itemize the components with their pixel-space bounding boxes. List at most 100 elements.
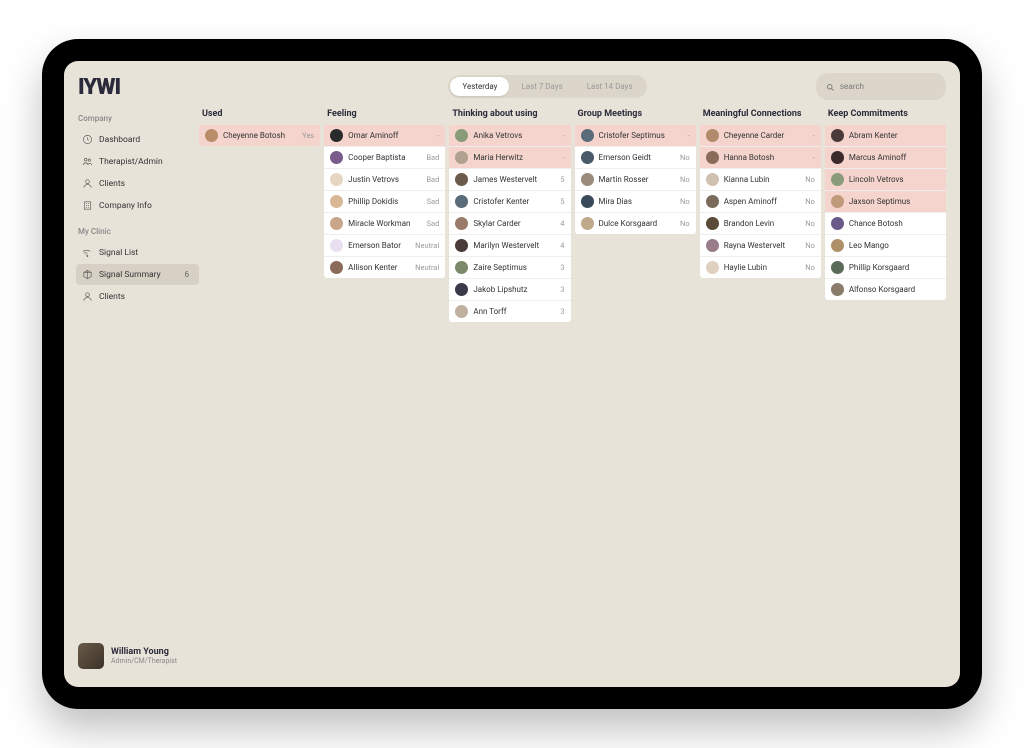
client-card[interactable]: Marilyn Westervelt4 bbox=[449, 235, 570, 257]
client-card[interactable]: Mira DiasNo bbox=[575, 191, 696, 213]
building-icon bbox=[82, 200, 93, 211]
client-card[interactable]: Cheyenne Carder- bbox=[700, 125, 821, 147]
client-card[interactable]: Abram Kenter bbox=[825, 125, 946, 147]
client-card[interactable]: Maria Herwitz- bbox=[449, 147, 570, 169]
client-value: No bbox=[680, 219, 690, 228]
client-card[interactable]: Rayna WesterveltNo bbox=[700, 235, 821, 257]
client-name: Marcus Aminoff bbox=[849, 153, 935, 162]
client-card[interactable]: Emerson BatorNeutral bbox=[324, 235, 445, 257]
nav-item-company-info[interactable]: Company Info bbox=[76, 195, 199, 216]
users-icon bbox=[82, 156, 93, 167]
client-card[interactable]: James Westervelt5 bbox=[449, 169, 570, 191]
user-block[interactable]: William Young Admin/CM/Therapist bbox=[76, 639, 199, 675]
avatar bbox=[706, 239, 719, 252]
client-card[interactable]: Lincoln Vetrovs bbox=[825, 169, 946, 191]
column-used: UsedCheyenne BotoshYes bbox=[199, 109, 320, 146]
client-value: Bad bbox=[426, 153, 439, 162]
nav-item-count: 6 bbox=[185, 270, 194, 279]
avatar bbox=[831, 151, 844, 164]
client-card[interactable]: Jakob Lipshutz3 bbox=[449, 279, 570, 301]
client-name: Ann Torff bbox=[473, 307, 555, 316]
person-icon bbox=[82, 291, 93, 302]
client-card[interactable]: Brandon LevinNo bbox=[700, 213, 821, 235]
search-input[interactable] bbox=[840, 82, 936, 91]
client-value: Neutral bbox=[415, 241, 439, 250]
client-card[interactable]: Skylar Carder4 bbox=[449, 213, 570, 235]
client-card[interactable]: Omar Aminoff- bbox=[324, 125, 445, 147]
avatar bbox=[581, 129, 594, 142]
client-card[interactable]: Cheyenne BotoshYes bbox=[199, 125, 320, 146]
avatar bbox=[330, 261, 343, 274]
avatar bbox=[706, 129, 719, 142]
nav-label-company: Company bbox=[76, 114, 199, 123]
client-card[interactable]: Marcus Aminoff bbox=[825, 147, 946, 169]
avatar bbox=[706, 261, 719, 274]
client-card[interactable]: Kianna LubinNo bbox=[700, 169, 821, 191]
client-card[interactable]: Justin VetrovsBad bbox=[324, 169, 445, 191]
tab-last-7-days[interactable]: Last 7 Days bbox=[509, 77, 574, 96]
client-card[interactable]: Martin RosserNo bbox=[575, 169, 696, 191]
user-role: Admin/CM/Therapist bbox=[111, 657, 177, 665]
main: YesterdayLast 7 DaysLast 14 Days UsedChe… bbox=[199, 61, 960, 687]
search-box[interactable] bbox=[816, 73, 946, 100]
client-card[interactable]: Dulce KorsgaardNo bbox=[575, 213, 696, 234]
avatar bbox=[581, 195, 594, 208]
avatar bbox=[455, 217, 468, 230]
avatar bbox=[831, 261, 844, 274]
client-card[interactable]: Zaire Septimus3 bbox=[449, 257, 570, 279]
column-header: Keep Commitments bbox=[825, 109, 946, 125]
client-name: Jakob Lipshutz bbox=[473, 285, 555, 294]
nav-item-clients[interactable]: Clients bbox=[76, 173, 199, 194]
client-card[interactable]: Chance Botosh bbox=[825, 213, 946, 235]
client-card[interactable]: Aspen AminoffNo bbox=[700, 191, 821, 213]
nav-item-dashboard[interactable]: Dashboard bbox=[76, 129, 199, 150]
avatar bbox=[706, 195, 719, 208]
avatar bbox=[330, 239, 343, 252]
client-card[interactable]: Emerson GeidtNo bbox=[575, 147, 696, 169]
avatar bbox=[581, 151, 594, 164]
client-card[interactable]: Jaxson Septimus bbox=[825, 191, 946, 213]
client-name: Marilyn Westervelt bbox=[473, 241, 555, 250]
client-value: - bbox=[437, 131, 439, 140]
client-card[interactable]: Miracle WorkmanSad bbox=[324, 213, 445, 235]
client-value: - bbox=[813, 153, 815, 162]
client-card[interactable]: Anika Vetrovs- bbox=[449, 125, 570, 147]
client-card[interactable]: Ann Torff3 bbox=[449, 301, 570, 322]
client-value: Neutral bbox=[415, 263, 439, 272]
client-card[interactable]: Alfonso Korsgaard bbox=[825, 279, 946, 300]
avatar bbox=[455, 129, 468, 142]
client-name: Emerson Geidt bbox=[599, 153, 676, 162]
tab-yesterday[interactable]: Yesterday bbox=[450, 77, 509, 96]
client-card[interactable]: Phillip Korsgaard bbox=[825, 257, 946, 279]
nav-item-signal-list[interactable]: Signal List bbox=[76, 242, 199, 263]
nav-item-clients[interactable]: Clients bbox=[76, 286, 199, 307]
client-name: Phillip Korsgaard bbox=[849, 263, 935, 272]
client-card[interactable]: Hanna Botosh- bbox=[700, 147, 821, 169]
client-card[interactable]: Allison KenterNeutral bbox=[324, 257, 445, 278]
tab-last-14-days[interactable]: Last 14 Days bbox=[575, 77, 645, 96]
signal-columns: UsedCheyenne BotoshYesFeelingOmar Aminof… bbox=[199, 109, 946, 322]
avatar bbox=[581, 217, 594, 230]
person-icon bbox=[82, 178, 93, 189]
client-value: Yes bbox=[302, 131, 314, 140]
client-card[interactable]: Phillip DokidisSad bbox=[324, 191, 445, 213]
client-value: 5 bbox=[560, 175, 564, 184]
column-header: Used bbox=[199, 109, 320, 125]
nav-label-clinic: My Clinic bbox=[76, 227, 199, 236]
nav-item-label: Dashboard bbox=[99, 135, 140, 145]
column-header: Feeling bbox=[324, 109, 445, 125]
client-name: Jaxson Septimus bbox=[849, 197, 935, 206]
client-card[interactable]: Cooper BaptistaBad bbox=[324, 147, 445, 169]
client-card[interactable]: Leo Mango bbox=[825, 235, 946, 257]
client-card[interactable]: Haylie LubinNo bbox=[700, 257, 821, 278]
date-range-tabs: YesterdayLast 7 DaysLast 14 Days bbox=[448, 75, 646, 98]
nav-item-signal-summary[interactable]: Signal Summary6 bbox=[76, 264, 199, 285]
column-keep-commitments: Keep CommitmentsAbram Kenter Marcus Amino… bbox=[825, 109, 946, 300]
client-card[interactable]: Cristofer Kenter5 bbox=[449, 191, 570, 213]
client-card[interactable]: Cristofer Septimus- bbox=[575, 125, 696, 147]
client-value: No bbox=[805, 219, 815, 228]
nav-item-therapist-admin[interactable]: Therapist/Admin bbox=[76, 151, 199, 172]
avatar bbox=[330, 151, 343, 164]
column-feeling: FeelingOmar Aminoff-Cooper BaptistaBadJu… bbox=[324, 109, 445, 278]
client-name: Haylie Lubin bbox=[724, 263, 801, 272]
